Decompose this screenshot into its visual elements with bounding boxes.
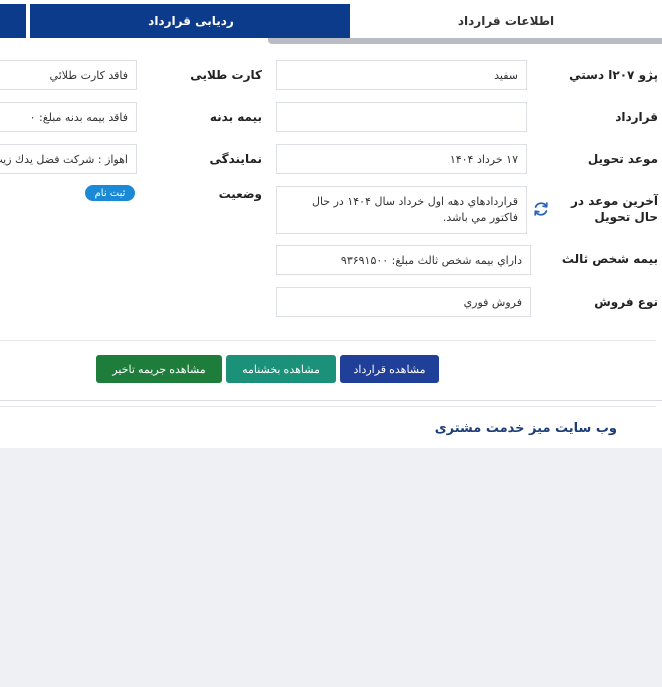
view-circular-button[interactable]: مشاهده بخشنامه xyxy=(226,355,336,383)
contract-panel: ردیابی قرارداد اطلاعات قرارداد پژو ۲۰۷ا … xyxy=(0,0,662,448)
body-insurance-label: بیمه بدنه xyxy=(209,110,262,124)
footer-divider xyxy=(0,400,662,401)
body-insurance-field: فاقد بيمه بدنه مبلغ: ۰ xyxy=(0,102,137,132)
gold-card-field: فاقد کارت طلائي xyxy=(0,60,137,90)
status-label: وضعیت xyxy=(218,187,262,201)
tab-contract-tracking[interactable]: ردیابی قرارداد xyxy=(28,4,352,38)
status-badge: ثبت نام xyxy=(85,185,135,201)
product-label: پژو ۲۰۷ا دستي xyxy=(569,68,658,82)
view-delay-fine-button[interactable]: مشاهده جريمه تاخير xyxy=(96,355,222,383)
contract-field xyxy=(276,102,527,132)
sale-type-field: فروش فوري xyxy=(276,287,531,317)
last-delivery-date-field: قراردادهاي دهه اول خرداد سال ۱۴۰۴ در حال… xyxy=(276,186,527,234)
product-color-field: سفيد xyxy=(276,60,527,90)
section-divider xyxy=(0,340,656,341)
contract-label: قرارداد xyxy=(615,110,658,124)
dealership-label: نمایندگی xyxy=(209,152,262,166)
delivery-date-label: موعد تحویل xyxy=(587,152,658,166)
tab-contract-info[interactable]: اطلاعات قرارداد xyxy=(350,4,662,39)
third-party-insurance-label: بیمه شخص ثالث xyxy=(561,252,658,266)
third-party-insurance-field: داراي بيمه شخص ثالث مبلغ: ۹۳۶۹۱۵۰۰ xyxy=(276,245,531,275)
footer-divider-inner xyxy=(0,406,656,407)
refresh-icon[interactable] xyxy=(531,199,551,219)
view-contract-button[interactable]: مشاهده قرارداد xyxy=(340,355,439,383)
last-delivery-date-label: آخرین موعد در حال تحویل xyxy=(570,194,658,224)
sale-type-label: نوع فروش xyxy=(594,295,658,309)
tab-overflow[interactable] xyxy=(0,4,26,38)
delivery-date-field: ۱۷ خرداد ۱۴۰۴ xyxy=(276,144,527,174)
dealership-field: اهواز : شرکت فضل یدك زیب xyxy=(0,144,137,174)
gold-card-label: کارت طلایی xyxy=(190,68,262,82)
footer-title: وب سایت میز خدمت مشتری xyxy=(434,421,617,436)
tab-indicator xyxy=(268,38,662,44)
